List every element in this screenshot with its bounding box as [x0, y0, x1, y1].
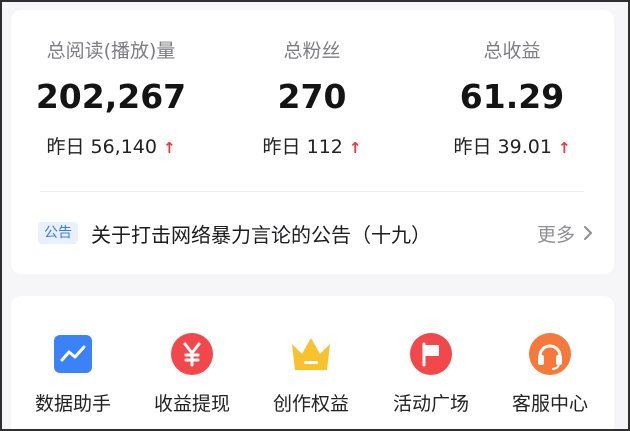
delta-label: 昨日	[453, 136, 492, 158]
up-arrow-icon: ↑	[162, 139, 176, 157]
headset-icon	[528, 332, 572, 376]
stat-value: 202,267	[35, 77, 187, 116]
up-arrow-icon: ↑	[348, 139, 362, 157]
tool-creator-rights[interactable]: 创作权益	[256, 332, 366, 416]
flag-icon	[409, 332, 453, 376]
more-link[interactable]: 更多	[537, 220, 594, 247]
delta-label: 昨日	[46, 136, 85, 158]
tool-label: 活动广场	[392, 393, 469, 415]
delta-value: 39.01	[497, 136, 552, 158]
tool-data-assistant[interactable]: 数据助手	[18, 332, 128, 416]
tool-customer-service[interactable]: 客服中心	[495, 332, 605, 416]
stat-delta: 昨日 39.01 ↑	[417, 132, 607, 159]
stat-delta: 昨日 56,140 ↑	[16, 132, 206, 159]
stat-total-earnings[interactable]: 总收益 61.29 昨日 39.01 ↑	[417, 36, 607, 159]
up-arrow-icon: ↑	[557, 139, 571, 157]
chart-icon	[51, 332, 95, 376]
tool-label: 收益提现	[153, 393, 230, 415]
announcement-text[interactable]: 关于打击网络暴力言论的公告（十九）	[91, 219, 431, 248]
crown-icon	[289, 332, 333, 376]
stat-label: 总粉丝	[283, 40, 341, 62]
stat-total-reads[interactable]: 总阅读(播放)量 202,267 昨日 56,140 ↑	[16, 36, 206, 159]
stat-value: 61.29	[459, 77, 565, 116]
announcement-bar[interactable]: 公告 关于打击网络暴力言论的公告（十九） 更多	[38, 213, 594, 253]
tool-label: 创作权益	[272, 393, 349, 415]
delta-value: 56,140	[90, 136, 157, 158]
yuan-icon	[170, 332, 214, 376]
tool-label: 数据助手	[34, 393, 111, 415]
tool-withdraw-earnings[interactable]: 收益提现	[137, 332, 247, 416]
tool-activity-plaza[interactable]: 活动广场	[376, 332, 486, 416]
stat-value: 270	[277, 77, 347, 116]
chevron-right-icon	[584, 226, 592, 240]
stat-label: 总收益	[483, 40, 541, 62]
stat-total-fans[interactable]: 总粉丝 270 昨日 112 ↑	[217, 36, 407, 159]
more-label: 更多	[536, 223, 575, 246]
tool-label: 客服中心	[511, 393, 588, 415]
stat-delta: 昨日 112 ↑	[217, 132, 407, 159]
delta-label: 昨日	[262, 136, 301, 158]
stat-label: 总阅读(播放)量	[46, 40, 176, 62]
screen-frame: 总阅读(播放)量 202,267 昨日 56,140 ↑ 总粉丝 270 昨日 1…	[0, 0, 630, 431]
divider	[40, 191, 584, 192]
delta-value: 112	[306, 136, 343, 158]
announcement-tag: 公告	[38, 222, 78, 244]
